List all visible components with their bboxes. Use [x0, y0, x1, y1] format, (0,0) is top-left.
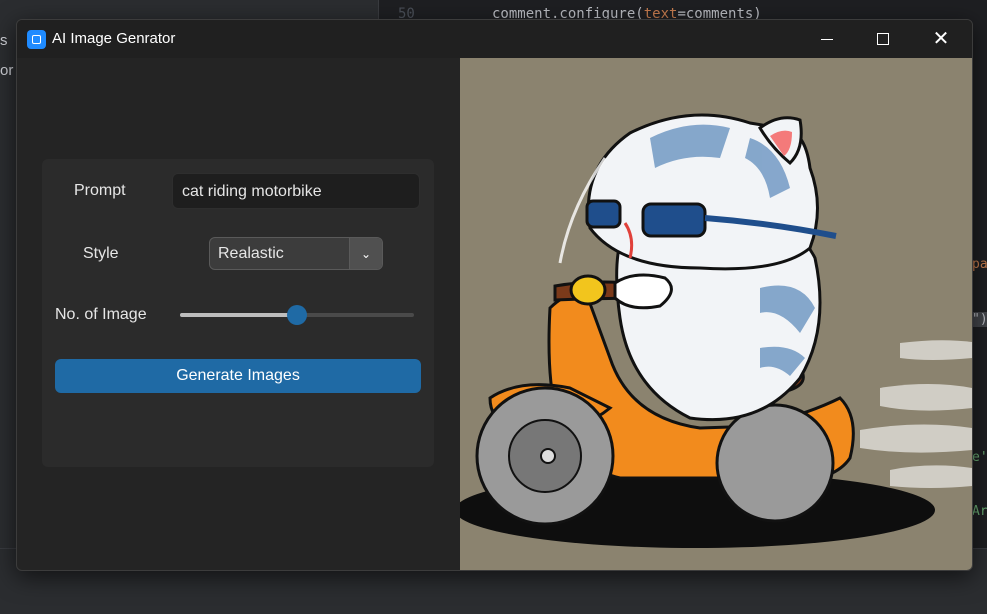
minimize-button[interactable]	[798, 20, 856, 58]
style-dropdown[interactable]: Realastic ⌄	[209, 237, 383, 270]
ide-fragment-2: ")	[972, 312, 987, 327]
maximize-button[interactable]	[854, 20, 912, 58]
controls-panel: Prompt cat riding motorbike Style Realas…	[42, 159, 434, 467]
num-images-label: No. of Image	[55, 306, 147, 323]
chevron-down-icon[interactable]: ⌄	[349, 238, 382, 269]
generated-image	[460, 58, 972, 570]
cat-illustration	[460, 113, 972, 548]
window-title: AI Image Genrator	[52, 30, 176, 47]
ide-fragment-3: e'	[972, 450, 987, 465]
generate-images-button[interactable]: Generate Images	[55, 359, 421, 393]
minimize-icon	[821, 38, 833, 40]
app-icon	[27, 30, 46, 49]
ide-side-text-2: or	[0, 62, 14, 79]
slider-fill	[180, 313, 297, 317]
prompt-input[interactable]: cat riding motorbike	[172, 173, 420, 209]
style-label: Style	[83, 245, 119, 262]
prompt-label: Prompt	[74, 182, 126, 199]
style-value: Realastic	[218, 245, 284, 262]
close-icon: ✕	[932, 28, 950, 50]
title-bar[interactable]: AI Image Genrator ✕	[17, 20, 972, 58]
maximize-icon	[877, 33, 889, 45]
ide-fragment-1: pa	[972, 257, 987, 272]
close-button[interactable]: ✕	[912, 20, 970, 58]
ide-fragment-4: Ar	[972, 504, 987, 519]
ide-side-text-1: s	[0, 32, 8, 49]
slider-thumb[interactable]	[287, 305, 307, 325]
app-window: AI Image Genrator ✕ Prompt cat riding mo…	[16, 19, 973, 571]
